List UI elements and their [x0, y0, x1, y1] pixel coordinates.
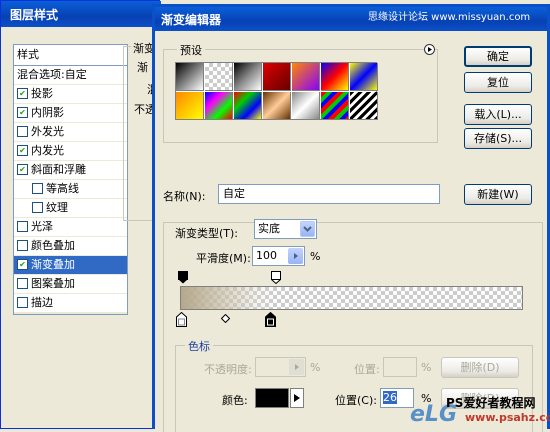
flyout-arrow-icon: [294, 394, 300, 402]
preset-swatch[interactable]: [263, 63, 291, 91]
opacity-slider-button[interactable]: [289, 359, 304, 375]
gradient-preview-bar[interactable]: [180, 286, 523, 310]
preset-swatch[interactable]: [321, 92, 349, 120]
stops-group-label: 色标: [185, 338, 213, 354]
color-label: 颜色:: [222, 394, 248, 407]
opacity-location-unit: %: [421, 361, 432, 374]
opacity-stop-left[interactable]: [178, 271, 188, 284]
preset-swatch[interactable]: [176, 63, 204, 91]
gradient-fill: [181, 287, 522, 309]
smoothness-label: 平滑度(M):: [196, 252, 251, 265]
style-list-header: 样式: [13, 44, 128, 66]
preset-swatch[interactable]: [205, 92, 233, 120]
name-label: 名称(N):: [163, 190, 206, 203]
save-button[interactable]: 存储(S)...: [464, 128, 532, 149]
slider-arrow-icon: [295, 364, 299, 370]
color-location-label: 位置(C):: [335, 394, 377, 407]
preset-swatch[interactable]: [176, 92, 204, 120]
color-location-input[interactable]: 26: [380, 388, 414, 408]
watermark-bottom-1: PS爱好者教程网: [446, 396, 536, 410]
preset-swatch[interactable]: [292, 92, 320, 120]
smoothness-input[interactable]: 100: [252, 246, 305, 266]
opacity-stop-right[interactable]: [271, 271, 281, 284]
slider-arrow-icon: [294, 253, 298, 259]
watermark-bottom-2: www.psahz.com: [465, 411, 550, 424]
opacity-location-input[interactable]: [383, 357, 417, 377]
preset-swatch[interactable]: [263, 92, 291, 120]
new-button[interactable]: 新建(W): [464, 184, 532, 205]
smoothness-unit: %: [310, 250, 321, 263]
layer-style-titlebar: 图层样式: [1, 1, 161, 27]
partial-subgroup-label: 渐: [137, 61, 148, 74]
preset-swatch[interactable]: [205, 63, 233, 91]
dropdown-arrow-button[interactable]: [300, 221, 315, 237]
name-input[interactable]: 自定: [218, 184, 440, 204]
preset-swatch[interactable]: [292, 63, 320, 91]
ok-button[interactable]: 确定: [464, 46, 532, 67]
preset-swatch-grid: [175, 62, 378, 120]
gradient-editor-title: 渐变编辑器: [161, 13, 222, 27]
opacity-location-label: 位置:: [354, 363, 380, 376]
presets-flyout-button[interactable]: [424, 44, 435, 55]
preset-swatch[interactable]: [350, 63, 378, 91]
opacity-unit: %: [310, 361, 321, 374]
reset-button[interactable]: 复位: [464, 72, 532, 93]
color-swatch[interactable]: [255, 388, 289, 408]
smoothness-slider-button[interactable]: [288, 248, 303, 264]
layer-style-title: 图层样式: [10, 8, 59, 22]
preset-swatch[interactable]: [234, 63, 262, 91]
color-stop-left[interactable]: [176, 312, 187, 327]
color-flyout-button[interactable]: [290, 388, 304, 408]
opacity-input[interactable]: [255, 357, 306, 377]
opacity-delete-button[interactable]: 删除(D): [441, 357, 519, 378]
gradient-type-select[interactable]: 实底: [254, 219, 317, 239]
midpoint-diamond-icon[interactable]: [221, 314, 230, 323]
load-button[interactable]: 载入(L)...: [464, 104, 532, 125]
preset-swatch[interactable]: [321, 63, 349, 91]
layer-style-dialog: 图层样式 样式 混合选项:自定 ✔ 投影 ✔ 内阴影 外发光 ✔ 内发光 ✔ 斜面和浮雕 等高线纹…: [0, 0, 163, 429]
preset-swatch[interactable]: [350, 92, 378, 120]
color-stop-selected[interactable]: [265, 312, 276, 327]
watermark-top: 思缘设计论坛 www.missyuan.com: [368, 12, 531, 23]
flyout-arrow-icon: [428, 47, 432, 52]
style-list-border: [13, 66, 128, 315]
preset-swatch[interactable]: [234, 92, 262, 120]
dropdown-arrow-icon: [303, 226, 312, 232]
gradient-type-label: 渐变类型(T):: [173, 225, 241, 241]
opacity-label: 不透明度:: [204, 363, 252, 376]
gradient-editor-dialog: 渐变编辑器 预设 确定 复位 载入(L)... 存储(S)... 名称(N): …: [152, 4, 550, 432]
presets-label: 预设: [177, 42, 205, 58]
